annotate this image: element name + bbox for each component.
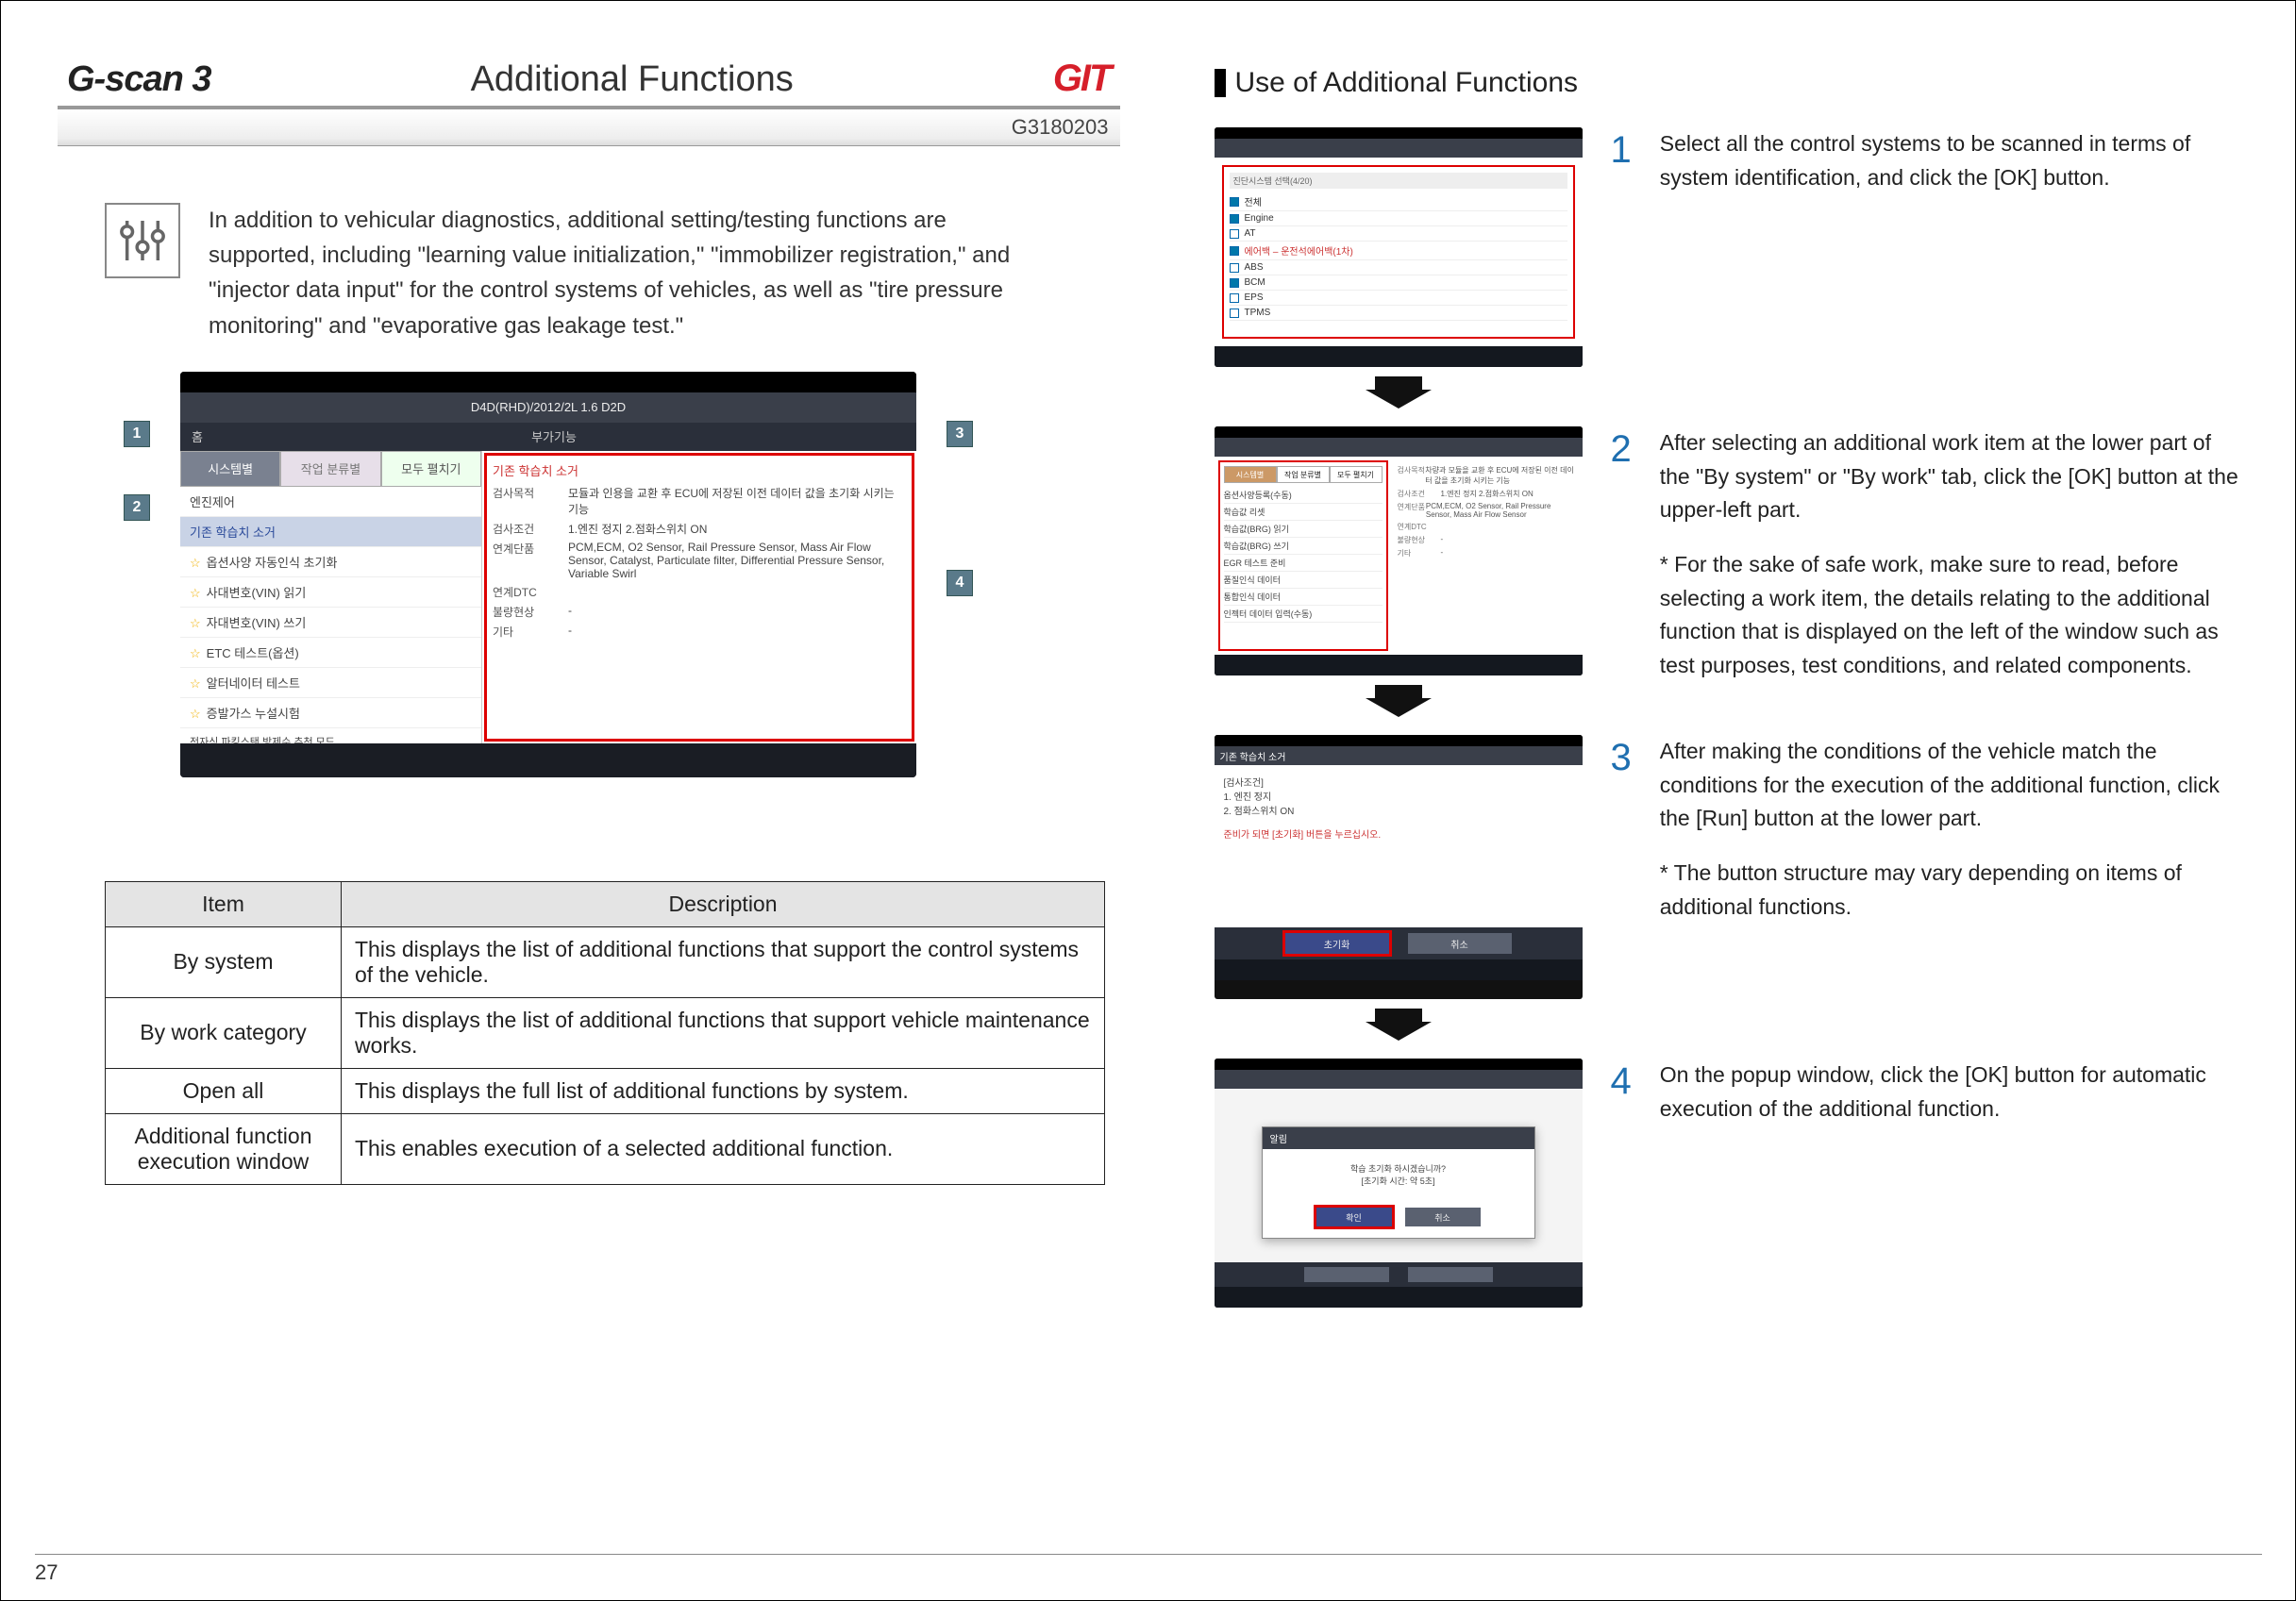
detail-title: 기존 학습치 소거 [493,461,906,479]
step-2: 시스템별 작업 분류별 모두 펼치기 옵션사양등록(수동) 학습값 리셋 학습값… [1215,426,2239,735]
subbar-left: 홈 [192,427,203,445]
table-head-item: Item [106,881,342,926]
menu-item[interactable]: ☆증발가스 누설시험 [180,698,481,728]
popup-title: 알림 [1263,1127,1534,1149]
step-number: 2 [1611,430,1632,468]
run-button[interactable]: 초기화 [1285,933,1389,954]
sliders-icon [105,203,180,278]
down-arrow-icon [1366,685,1432,722]
menu-item[interactable]: 엔진제어 [180,487,481,517]
detail-pane: 기존 학습치 소거 검사목적모듈과 인용을 교환 후 ECU에 저장된 이전 데… [484,453,914,742]
step-text: Select all the control systems to be sca… [1660,127,2238,194]
tab-by-system[interactable]: 시스템별 [180,451,280,487]
doc-code: G3180203 [58,106,1120,146]
intro-paragraph: In addition to vehicular diagnostics, ad… [209,203,1039,343]
subbar-center: 부가기능 [203,427,905,445]
step-text: After making the conditions of the vehic… [1660,735,2238,924]
gscan-logo-suffix: 3 [192,59,210,99]
left-column: G-scan 3 Additional Functions GIT G31802… [58,58,1120,1529]
page-number: 27 [35,1554,2262,1585]
step4-thumbnail: 알림 학습 초기화 하시겠습니까? [초기화 시간: 약 5초] 확인 취소 [1215,1059,1583,1308]
step-text: After selecting an additional work item … [1660,426,2238,682]
menu-item[interactable]: ☆사대변호(VIN) 읽기 [180,577,481,608]
title-bar-icon [1215,69,1226,97]
step-number: 1 [1611,131,1632,169]
right-column: Use of Additional Functions 진단시스템 선택(4/2… [1177,58,2239,1529]
down-arrow-icon [1366,1009,1432,1045]
table-row: Additional function execution window Thi… [106,1113,1105,1184]
step-text: On the popup window, click the [OK] butt… [1660,1059,2238,1126]
step-number: 3 [1611,739,1632,776]
menu-item[interactable]: ☆ETC 테스트(옵션) [180,638,481,668]
table-row: By work category This displays the list … [106,997,1105,1068]
table-row: Open all This displays the full list of … [106,1068,1105,1113]
section-title: Use of Additional Functions [1215,67,2239,99]
tab-open-all[interactable]: 모두 펼치기 [381,451,481,487]
cancel-button[interactable]: 취소 [1408,933,1512,954]
table-head-desc: Description [342,881,1105,926]
thumb1-header: 진단시스템 선택(4/20) [1230,173,1567,189]
gscan-logo-text: G-scan [67,59,183,99]
section-title-text: Use of Additional Functions [1235,67,1579,99]
menu-item[interactable]: ☆자대변호(VIN) 쓰기 [180,608,481,638]
step-4: 알림 학습 초기화 하시겠습니까? [초기화 시간: 약 5초] 확인 취소 [1215,1059,2239,1308]
step2-thumbnail: 시스템별 작업 분류별 모두 펼치기 옵션사양등록(수동) 학습값 리셋 학습값… [1215,426,1583,675]
git-logo: GIT [1053,58,1111,100]
menu-item[interactable]: ☆알터네이터 테스트 [180,668,481,698]
callout-3: 3 [947,421,973,447]
description-table: Item Description By system This displays… [105,881,1105,1185]
device-titlebar: D4D(RHD)/2012/2L 1.6 D2D [180,392,916,423]
step3-thumbnail: 기존 학습치 소거 [검사조건] 1. 엔진 정지 2. 점화스위치 ON 준비… [1215,735,1583,999]
menu-item-selected[interactable]: 기존 학습치 소거 [180,517,481,547]
callout-1: 1 [124,421,150,447]
step-number: 4 [1611,1062,1632,1100]
manual-page: G-scan 3 Additional Functions GIT G31802… [0,0,2296,1601]
callout-2: 2 [124,494,150,521]
down-arrow-icon [1366,376,1432,413]
callout-4: 4 [947,570,973,596]
tab-by-work[interactable]: 작업 분류별 [280,451,380,487]
menu-item[interactable]: ☆옵션사양 자동인식 초기화 [180,547,481,577]
table-row: By system This displays the list of addi… [106,926,1105,997]
popup-body: 학습 초기화 하시겠습니까? [초기화 시간: 약 5초] [1263,1149,1534,1200]
screenshot-main: 1 2 3 4 D4D(RHD)/2012/2L 1.6 D2D 홈 부가기능 … [124,372,973,777]
gscan-logo: G-scan 3 [67,59,211,100]
popup-dialog: 알림 학습 초기화 하시겠습니까? [초기화 시간: 약 5초] 확인 취소 [1262,1126,1535,1239]
cancel-button[interactable]: 취소 [1405,1208,1481,1226]
step-3: 기존 학습치 소거 [검사조건] 1. 엔진 정지 2. 점화스위치 ON 준비… [1215,735,2239,1059]
page-title: Additional Functions [471,59,794,100]
ok-button[interactable]: 확인 [1316,1208,1392,1226]
function-menu: 엔진제어 기존 학습치 소거 ☆옵션사양 자동인식 초기화 ☆사대변호(VIN)… [180,487,481,777]
step1-thumbnail: 진단시스템 선택(4/20) 전체 Engine AT 에어백 – 운전석에어백… [1215,127,1583,367]
header-row: G-scan 3 Additional Functions GIT [58,58,1120,106]
step-1: 진단시스템 선택(4/20) 전체 Engine AT 에어백 – 운전석에어백… [1215,127,2239,426]
